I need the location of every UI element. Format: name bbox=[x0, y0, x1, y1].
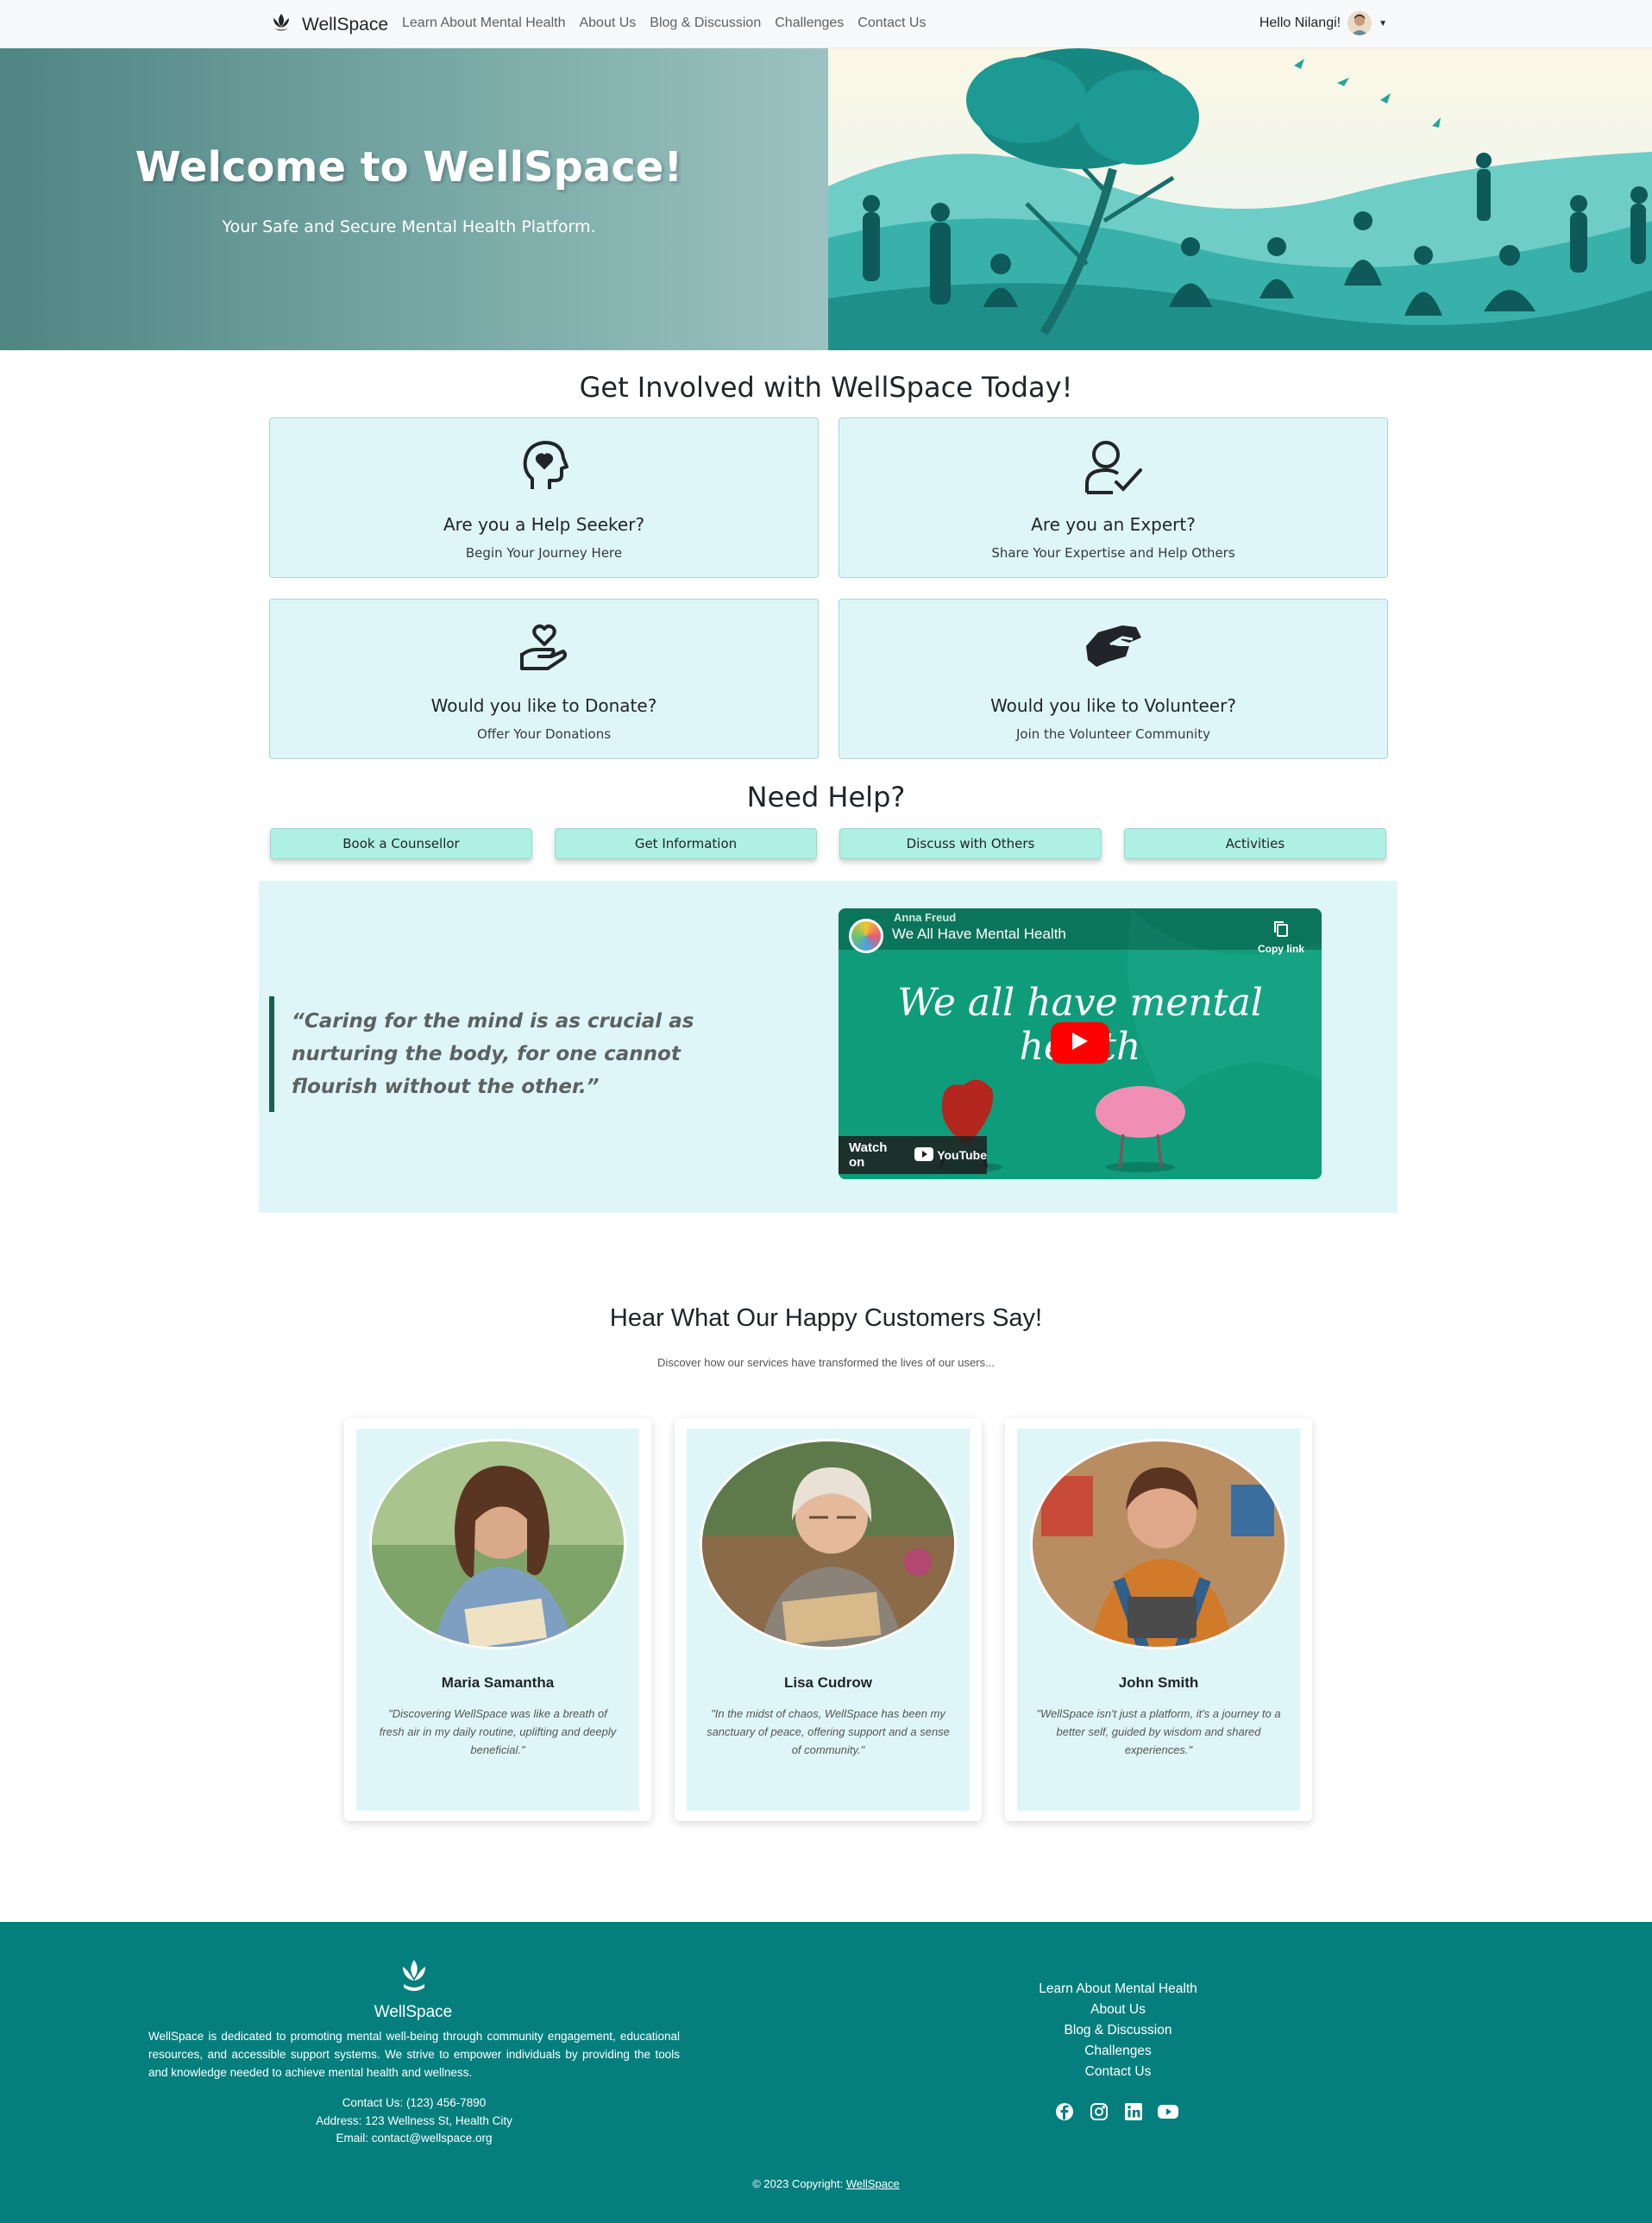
copyright-text: © 2023 Copyright: bbox=[752, 2177, 844, 2190]
avatar[interactable] bbox=[1347, 11, 1372, 35]
testimonial-card: Lisa Cudrow "In the midst of chaos, Well… bbox=[675, 1418, 982, 1821]
copy-icon[interactable] bbox=[1273, 920, 1289, 942]
head-heart-icon bbox=[270, 439, 818, 496]
customer-quote: "WellSpace isn't just a platform, it's a… bbox=[1036, 1707, 1281, 1756]
book-counsellor-button[interactable]: Book a Counsellor bbox=[270, 828, 532, 859]
card-subtitle: Share Your Expertise and Help Others bbox=[991, 545, 1235, 561]
user-menu[interactable]: Hello Nilangi! ▼ bbox=[1259, 11, 1387, 35]
linkedin-icon[interactable] bbox=[1123, 2101, 1144, 2122]
play-icon bbox=[1071, 1031, 1090, 1056]
involve-heading: Get Involved with WellSpace Today! bbox=[579, 371, 1073, 404]
brand-name: WellSpace bbox=[302, 14, 388, 35]
lotus-logo-icon bbox=[269, 10, 293, 39]
user-check-icon bbox=[839, 439, 1387, 496]
testimonial-inner: Maria Samantha "Discovering WellSpace wa… bbox=[356, 1429, 639, 1811]
customer-name: John Smith bbox=[1118, 1674, 1199, 1691]
card-subtitle: Begin Your Journey Here bbox=[465, 545, 623, 561]
lotus-logo-icon bbox=[398, 1956, 430, 1999]
youtube-logo: YouTube bbox=[914, 1146, 987, 1164]
channel-avatar[interactable] bbox=[849, 919, 883, 953]
card-title: Are you an Expert? bbox=[1031, 514, 1196, 535]
top-navbar: WellSpace Learn About Mental Health Abou… bbox=[0, 0, 1652, 48]
watch-on-youtube[interactable]: Watch on YouTube bbox=[839, 1136, 987, 1174]
footer-link-blog[interactable]: Blog & Discussion bbox=[945, 2020, 1291, 2041]
quote-video-section: “Caring for the mind is as crucial as nu… bbox=[259, 881, 1398, 1213]
facebook-icon[interactable] bbox=[1054, 2101, 1075, 2122]
instagram-icon[interactable] bbox=[1089, 2101, 1109, 2122]
video-embed[interactable]: Anna Freud We All Have Mental Health Cop… bbox=[839, 908, 1322, 1179]
get-information-button[interactable]: Get Information bbox=[555, 828, 817, 859]
footer-brand: WellSpace bbox=[374, 2003, 453, 2021]
activities-button[interactable]: Activities bbox=[1124, 828, 1386, 859]
testimonials-subheading: Discover how our services have transform… bbox=[657, 1356, 995, 1369]
footer-link-learn[interactable]: Learn About Mental Health bbox=[945, 1979, 1291, 2000]
expert-card[interactable]: Are you an Expert? Share Your Expertise … bbox=[839, 418, 1388, 578]
footer-link-contact[interactable]: Contact Us bbox=[945, 2062, 1291, 2082]
customer-name: Lisa Cudrow bbox=[783, 1674, 872, 1691]
footer-description: WellSpace is dedicated to promoting ment… bbox=[148, 2030, 680, 2079]
brand-link[interactable]: WellSpace bbox=[269, 10, 388, 39]
nav-link-about[interactable]: About Us bbox=[579, 16, 636, 31]
discuss-button[interactable]: Discuss with Others bbox=[839, 828, 1102, 859]
hero-illustration bbox=[828, 48, 1652, 350]
youtube-wordmark: YouTube bbox=[937, 1148, 987, 1162]
hero-text-panel: Welcome to WellSpace! Your Safe and Secu… bbox=[0, 48, 828, 350]
footer-email: Email: contact@wellspace.org bbox=[336, 2132, 493, 2145]
nav-link-learn[interactable]: Learn About Mental Health bbox=[402, 16, 565, 31]
hero-banner: Welcome to WellSpace! Your Safe and Secu… bbox=[0, 48, 1652, 350]
card-title: Would you like to Donate? bbox=[430, 695, 657, 716]
help-seeker-card[interactable]: Are you a Help Seeker? Begin Your Journe… bbox=[269, 418, 819, 578]
social-links bbox=[1054, 2101, 1178, 2122]
testimonials-heading: Hear What Our Happy Customers Say! bbox=[609, 1304, 1043, 1332]
copy-link[interactable]: Copy link bbox=[1258, 943, 1304, 955]
site-footer: WellSpace WellSpace is dedicated to prom… bbox=[0, 1922, 1652, 2223]
nav-link-contact[interactable]: Contact Us bbox=[857, 16, 926, 31]
testimonial-card: John Smith "WellSpace isn't just a platf… bbox=[1005, 1418, 1312, 1821]
footer-address: Address: 123 Wellness St, Health City bbox=[316, 2114, 512, 2127]
testimonial-inner: John Smith "WellSpace isn't just a platf… bbox=[1017, 1429, 1300, 1811]
need-help-heading: Need Help? bbox=[746, 781, 906, 813]
customer-quote: "Discovering WellSpace was like a breath… bbox=[379, 1707, 617, 1756]
youtube-icon bbox=[914, 1146, 934, 1164]
hero-title: Welcome to WellSpace! bbox=[135, 143, 683, 192]
play-button[interactable] bbox=[1051, 1022, 1109, 1064]
customer-name: Maria Samantha bbox=[441, 1674, 555, 1691]
nav-link-challenges[interactable]: Challenges bbox=[775, 16, 844, 31]
watch-on-label: Watch on bbox=[849, 1140, 888, 1170]
nav-links: Learn About Mental Health About Us Blog … bbox=[402, 16, 939, 31]
customer-photo bbox=[700, 1439, 957, 1649]
footer-phone: Contact Us: (123) 456-7890 bbox=[342, 2096, 487, 2109]
video-channel: Anna Freud bbox=[894, 911, 957, 924]
footer-link-about[interactable]: About Us bbox=[945, 2000, 1291, 2020]
inspirational-quote: “Caring for the mind is as crucial as nu… bbox=[269, 996, 787, 1112]
card-title: Would you like to Volunteer? bbox=[990, 695, 1236, 716]
testimonial-card: Maria Samantha "Discovering WellSpace wa… bbox=[344, 1418, 651, 1821]
copyright-link[interactable]: WellSpace bbox=[846, 2177, 900, 2190]
youtube-icon[interactable] bbox=[1158, 2101, 1178, 2122]
handshake-icon bbox=[839, 620, 1387, 677]
footer-links: Learn About Mental Health About Us Blog … bbox=[945, 1979, 1291, 2082]
chevron-down-icon[interactable]: ▼ bbox=[1379, 19, 1387, 28]
volunteer-card[interactable]: Would you like to Volunteer? Join the Vo… bbox=[839, 599, 1388, 759]
nav-link-blog[interactable]: Blog & Discussion bbox=[650, 16, 761, 31]
hand-heart-icon bbox=[270, 620, 818, 677]
donate-card[interactable]: Would you like to Donate? Offer Your Don… bbox=[269, 599, 819, 759]
customer-quote: "In the midst of chaos, WellSpace has be… bbox=[707, 1707, 950, 1756]
testimonial-inner: Lisa Cudrow "In the midst of chaos, Well… bbox=[687, 1429, 970, 1811]
customer-photo bbox=[1030, 1439, 1287, 1649]
card-subtitle: Join the Volunteer Community bbox=[1016, 726, 1210, 742]
hero-subtitle: Your Safe and Secure Mental Health Platf… bbox=[222, 217, 596, 236]
footer-link-challenges[interactable]: Challenges bbox=[945, 2041, 1291, 2062]
video-title[interactable]: We All Have Mental Health bbox=[892, 926, 1066, 943]
user-greeting: Hello Nilangi! bbox=[1259, 16, 1341, 30]
copyright: © 2023 Copyright: WellSpace bbox=[0, 2177, 1652, 2190]
customer-photo bbox=[369, 1439, 626, 1649]
card-subtitle: Offer Your Donations bbox=[476, 726, 612, 742]
card-title: Are you a Help Seeker? bbox=[443, 514, 645, 535]
